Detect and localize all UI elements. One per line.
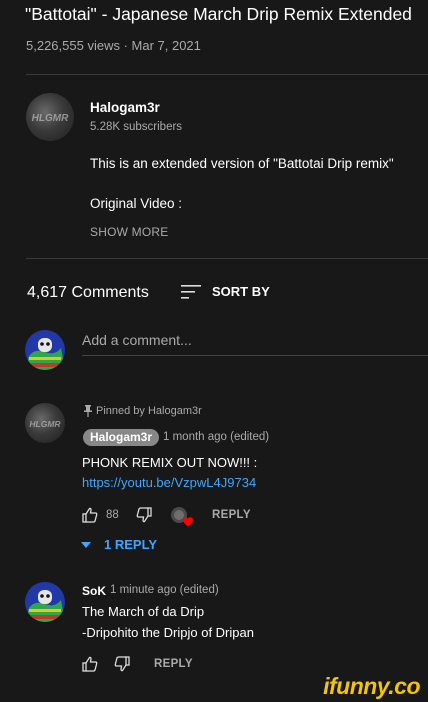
ifunny-watermark: ifunny.co <box>323 673 420 699</box>
channel-avatar-art: HLGMR <box>32 113 69 124</box>
pinned-comment-avatar[interactable]: HLGMR <box>25 403 65 443</box>
show-more-button[interactable]: SHOW MORE <box>90 225 168 239</box>
channel-avatar[interactable]: HLGMR <box>26 93 74 141</box>
dislike-icon[interactable] <box>136 507 152 523</box>
comments-count: 4,617 Comments <box>27 284 149 301</box>
avatar-logo-text: HLGMR <box>29 419 61 429</box>
sok-author[interactable]: SoK <box>82 584 106 598</box>
sok-avatar[interactable] <box>25 582 65 622</box>
pin-icon <box>84 405 92 417</box>
subscriber-count: 5.28K subscribers <box>90 121 183 133</box>
view-replies-button[interactable]: 1 REPLY <box>104 537 157 552</box>
like-count: 88 <box>106 509 119 521</box>
video-title: "Battotai" - Japanese March Drip Remix E… <box>25 4 412 24</box>
reply-button[interactable]: REPLY <box>154 658 193 670</box>
user-avatar <box>25 330 65 370</box>
dislike-icon[interactable] <box>114 656 130 672</box>
creator-heart-icon <box>169 506 193 528</box>
description-line-2: Original Video : <box>90 196 183 211</box>
sok-time[interactable]: 1 minute ago (edited) <box>110 584 219 596</box>
like-icon[interactable] <box>82 656 98 672</box>
reply-button[interactable]: REPLY <box>212 509 251 521</box>
pinned-comment-text: PHONK REMIX OUT NOW!!! : <box>82 455 258 470</box>
divider-bottom <box>26 258 428 259</box>
sok-text-line-1: The March of da Drip <box>82 604 205 619</box>
sok-text-line-2: -Dripohito the Dripjo of Dripan <box>82 625 254 640</box>
pinned-comment-link[interactable]: https://youtu.be/VzpwL4J9734 <box>82 475 256 490</box>
divider-top <box>26 74 428 75</box>
pinned-comment-author[interactable]: Halogam3r <box>83 429 160 446</box>
add-comment-input[interactable]: Add a comment... <box>82 332 192 348</box>
channel-name[interactable]: Halogam3r <box>90 100 160 115</box>
like-icon[interactable] <box>82 507 98 523</box>
avatar-logo-text: HLGMR <box>32 113 69 124</box>
pinned-comment-time[interactable]: 1 month ago (edited) <box>163 431 269 443</box>
add-comment-underline <box>82 355 428 356</box>
video-meta: 5,226,555 views · Mar 7, 2021 <box>26 38 201 53</box>
sort-icon[interactable] <box>181 284 203 300</box>
sort-by-button[interactable]: SORT BY <box>212 284 270 299</box>
pinned-by-label: Pinned by Halogam3r <box>96 405 202 417</box>
description-line-1: This is an extended version of "Battotai… <box>90 156 394 171</box>
expand-replies-icon[interactable] <box>81 541 91 549</box>
